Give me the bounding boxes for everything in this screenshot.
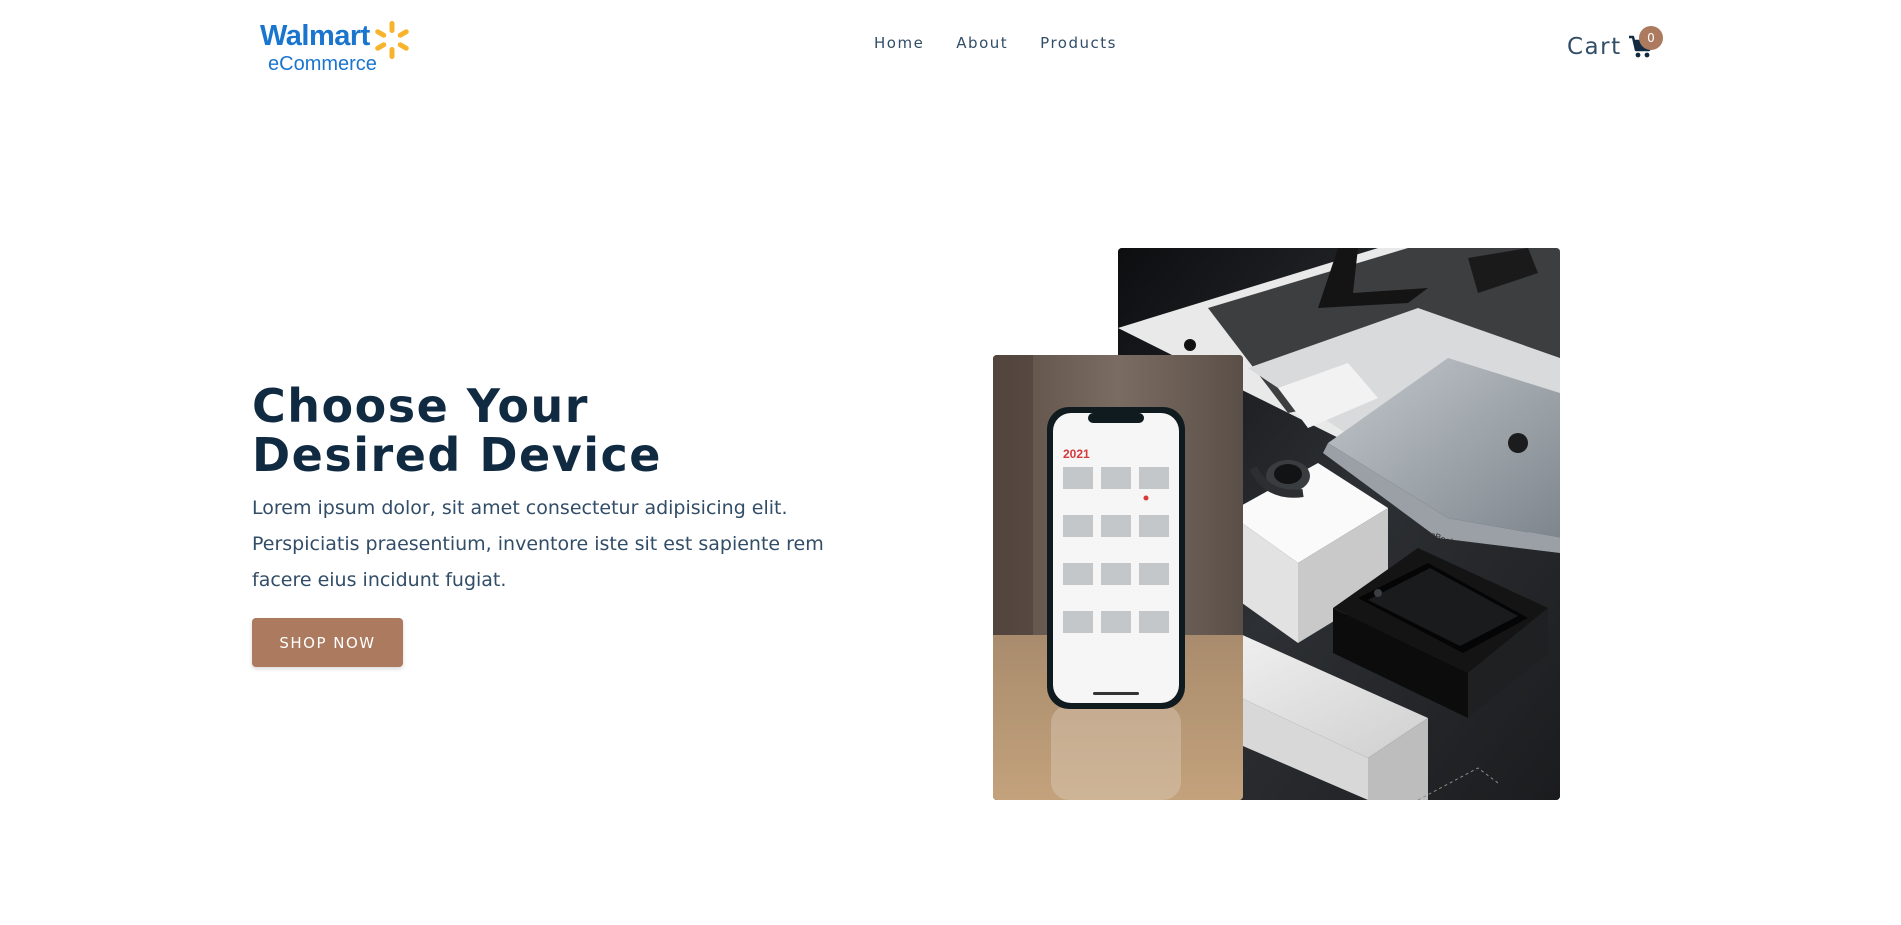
walmart-logo[interactable]: Walmart eCommerce <box>258 20 410 76</box>
logo-subtitle-text: eCommerce <box>268 53 377 75</box>
hero-description: Lorem ipsum dolor, sit amet consectetur … <box>252 497 824 591</box>
shop-now-button[interactable]: SHOP NOW <box>252 618 403 667</box>
iphone-calendar-photo: 2021 <box>993 355 1243 800</box>
nav-link-products[interactable]: Products <box>1040 34 1117 52</box>
hero-title: Choose Your Desired Device <box>252 382 852 480</box>
hero-accent-image: 2021 <box>993 355 1243 800</box>
nav-link-home[interactable]: Home <box>874 34 924 52</box>
logo-brand-text: Walmart <box>260 20 370 52</box>
cart-button[interactable]: Cart 0 <box>1567 26 1663 60</box>
walmart-spark-icon <box>375 21 409 59</box>
page: Walmart eCommerce Home About Products Ca… <box>0 0 1901 925</box>
calendar-year-text: 2021 <box>1063 447 1090 461</box>
hero-title-line-1: Choose Your <box>252 379 589 433</box>
hero-title-line-2: Desired Device <box>252 428 662 482</box>
cart-label: Cart <box>1567 34 1622 60</box>
cart-count-badge: 0 <box>1639 26 1663 50</box>
nav-link-about[interactable]: About <box>956 34 1008 52</box>
main-nav: Home About Products <box>874 34 1117 52</box>
